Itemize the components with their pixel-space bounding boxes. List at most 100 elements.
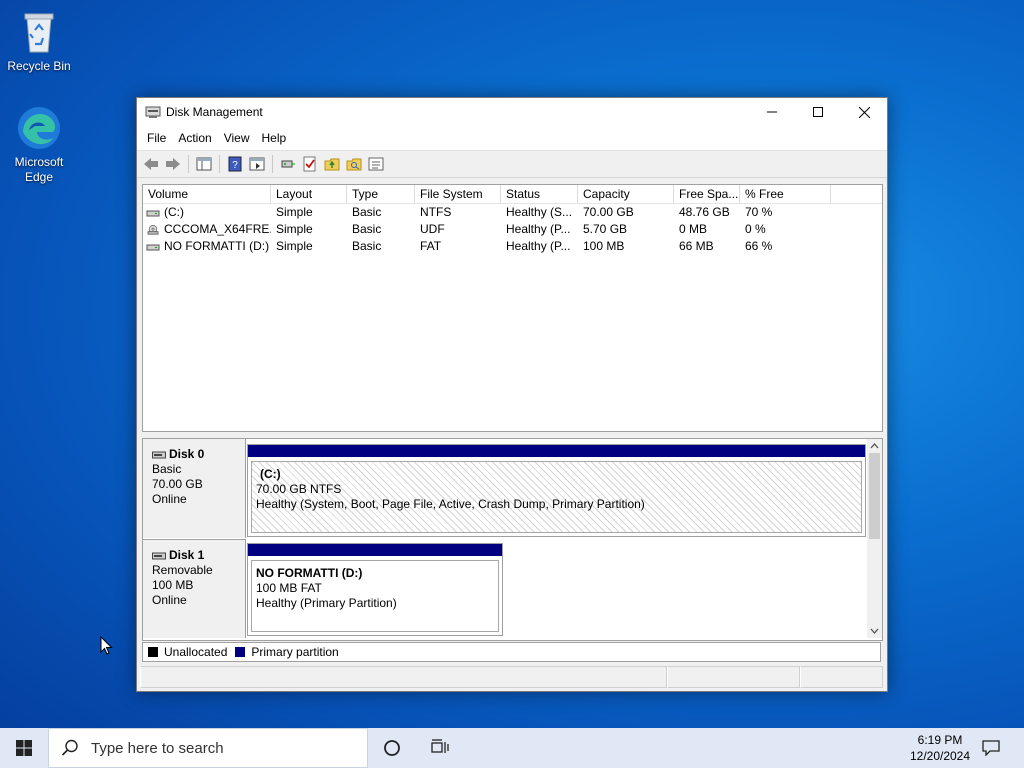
disk-name: Disk 0 xyxy=(169,447,205,461)
minimize-button[interactable] xyxy=(749,98,795,126)
disk-management-window: Disk Management File Action View Help ? xyxy=(136,97,888,692)
maximize-icon xyxy=(813,107,823,117)
volume-list[interactable]: Volume Layout Type File System Status Ca… xyxy=(142,184,883,432)
primary-partition-bar xyxy=(248,544,502,556)
scroll-down-button[interactable] xyxy=(867,624,882,638)
unallocated-swatch xyxy=(148,647,158,657)
scroll-thumb[interactable] xyxy=(869,453,880,539)
disk-view-scrollbar[interactable] xyxy=(867,439,882,638)
menu-help[interactable]: Help xyxy=(256,131,293,145)
volume-file-system: UDF xyxy=(420,222,445,236)
disk-state: Online xyxy=(152,593,187,607)
forward-button[interactable] xyxy=(162,153,184,175)
disk-kind: Basic xyxy=(152,462,182,476)
partition-c[interactable]: (C:) 70.00 GB NTFS Healthy (System, Boot… xyxy=(247,444,866,537)
folder-search-icon xyxy=(346,158,362,171)
notification-center-button[interactable] xyxy=(968,728,1014,768)
scroll-up-button[interactable] xyxy=(867,439,882,453)
partition-label: NO FORMATTI (D:) xyxy=(256,566,363,580)
column-capacity[interactable]: Capacity xyxy=(578,185,674,203)
help-button[interactable]: ? xyxy=(224,153,246,175)
column-free-space[interactable]: Free Spa... xyxy=(674,185,740,203)
task-view-icon xyxy=(431,739,449,753)
search-input[interactable] xyxy=(89,738,353,758)
close-icon xyxy=(858,106,870,118)
properties-icon xyxy=(368,157,384,171)
edge-desktop-icon[interactable]: Microsoft Edge xyxy=(1,104,77,185)
primary-partition-bar xyxy=(248,445,865,457)
column-layout[interactable]: Layout xyxy=(271,185,347,203)
recycle-bin-icon xyxy=(15,8,63,56)
legend: Unallocated Primary partition xyxy=(142,642,881,662)
recycle-bin-desktop-icon[interactable]: Recycle Bin xyxy=(1,8,77,74)
menu-action[interactable]: Action xyxy=(172,131,217,145)
volume-layout: Simple xyxy=(276,239,313,253)
cortana-button[interactable] xyxy=(368,728,416,768)
menu-file[interactable]: File xyxy=(141,131,172,145)
drive-icon xyxy=(146,210,160,216)
menu-view[interactable]: View xyxy=(218,131,256,145)
volume-free-space: 66 MB xyxy=(679,239,714,253)
maximize-button[interactable] xyxy=(795,98,841,126)
column-status[interactable]: Status xyxy=(501,185,578,203)
volume-capacity: 70.00 GB xyxy=(583,205,634,219)
toolbar-separator xyxy=(188,155,189,173)
partition-d[interactable]: NO FORMATTI (D:) 100 MB FAT Healthy (Pri… xyxy=(247,543,503,636)
volume-type: Basic xyxy=(352,205,382,219)
volume-row[interactable]: (C:) Simple Basic NTFS Healthy (S... 70.… xyxy=(143,204,882,221)
back-button[interactable] xyxy=(140,153,162,175)
disk-name: Disk 1 xyxy=(169,548,205,562)
disk-icon xyxy=(152,451,166,458)
console-tree-icon xyxy=(196,157,212,171)
volume-name: NO FORMATTI (D:) xyxy=(164,239,270,253)
window-title: Disk Management xyxy=(166,105,263,119)
svg-text:?: ? xyxy=(232,160,238,171)
toolbar-separator xyxy=(272,155,273,173)
notification-icon xyxy=(982,740,1000,756)
recycle-bin-label: Recycle Bin xyxy=(7,59,71,73)
disk-1-label[interactable]: Disk 1 Removable 100 MB Online xyxy=(143,539,246,638)
volume-status: Healthy (P... xyxy=(506,222,571,236)
legend-unallocated: Unallocated xyxy=(164,645,228,659)
column-type[interactable]: Type xyxy=(347,185,415,203)
forward-arrow-icon xyxy=(166,158,180,170)
partition-size-fs: 70.00 GB NTFS xyxy=(256,482,342,496)
volume-file-system: FAT xyxy=(420,239,442,253)
volume-list-header: Volume Layout Type File System Status Ca… xyxy=(143,185,882,204)
title-bar[interactable]: Disk Management xyxy=(137,98,887,126)
windows-logo-icon xyxy=(16,740,32,756)
show-action-pane-button[interactable] xyxy=(246,153,268,175)
taskbar-search-box[interactable] xyxy=(48,728,368,768)
volume-free-space: 48.76 GB xyxy=(679,205,730,219)
mouse-cursor-icon xyxy=(100,636,113,655)
drive-icon xyxy=(146,244,160,250)
volume-capacity: 100 MB xyxy=(583,239,625,253)
volume-layout: Simple xyxy=(276,222,313,236)
help-book-icon: ? xyxy=(228,156,242,172)
column-file-system[interactable]: File System xyxy=(415,185,501,203)
disk-size: 100 MB xyxy=(152,578,194,592)
toolbar: ? xyxy=(137,150,887,178)
column-volume[interactable]: Volume xyxy=(143,185,271,203)
action-pane-icon xyxy=(249,157,265,171)
disk-management-app-icon xyxy=(145,106,161,118)
task-view-button[interactable] xyxy=(416,728,464,768)
folder-search-button[interactable] xyxy=(343,153,365,175)
folder-up-button[interactable] xyxy=(321,153,343,175)
volume-capacity: 5.70 GB xyxy=(583,222,628,236)
volume-percent-free: 70 % xyxy=(745,205,773,219)
checklist-button[interactable] xyxy=(299,153,321,175)
close-button[interactable] xyxy=(841,98,887,126)
properties-button[interactable] xyxy=(365,153,387,175)
chevron-down-icon xyxy=(870,628,879,634)
connect-disk-button[interactable] xyxy=(277,153,299,175)
disk-0-label[interactable]: Disk 0 Basic 70.00 GB Online xyxy=(143,439,246,538)
start-button[interactable] xyxy=(0,728,48,768)
disk-kind: Removable xyxy=(152,563,213,577)
disk-graphical-view[interactable]: Disk 0 Basic 70.00 GB Online (C:) 70.00 … xyxy=(142,438,883,641)
volume-row[interactable]: NO FORMATTI (D:) Simple Basic FAT Health… xyxy=(143,238,882,255)
volume-row[interactable]: CCCOMA_X64FRE... Simple Basic UDF Health… xyxy=(143,221,882,238)
minimize-icon xyxy=(767,111,777,113)
column-percent-free[interactable]: % Free xyxy=(740,185,831,203)
show-console-tree-button[interactable] xyxy=(193,153,215,175)
